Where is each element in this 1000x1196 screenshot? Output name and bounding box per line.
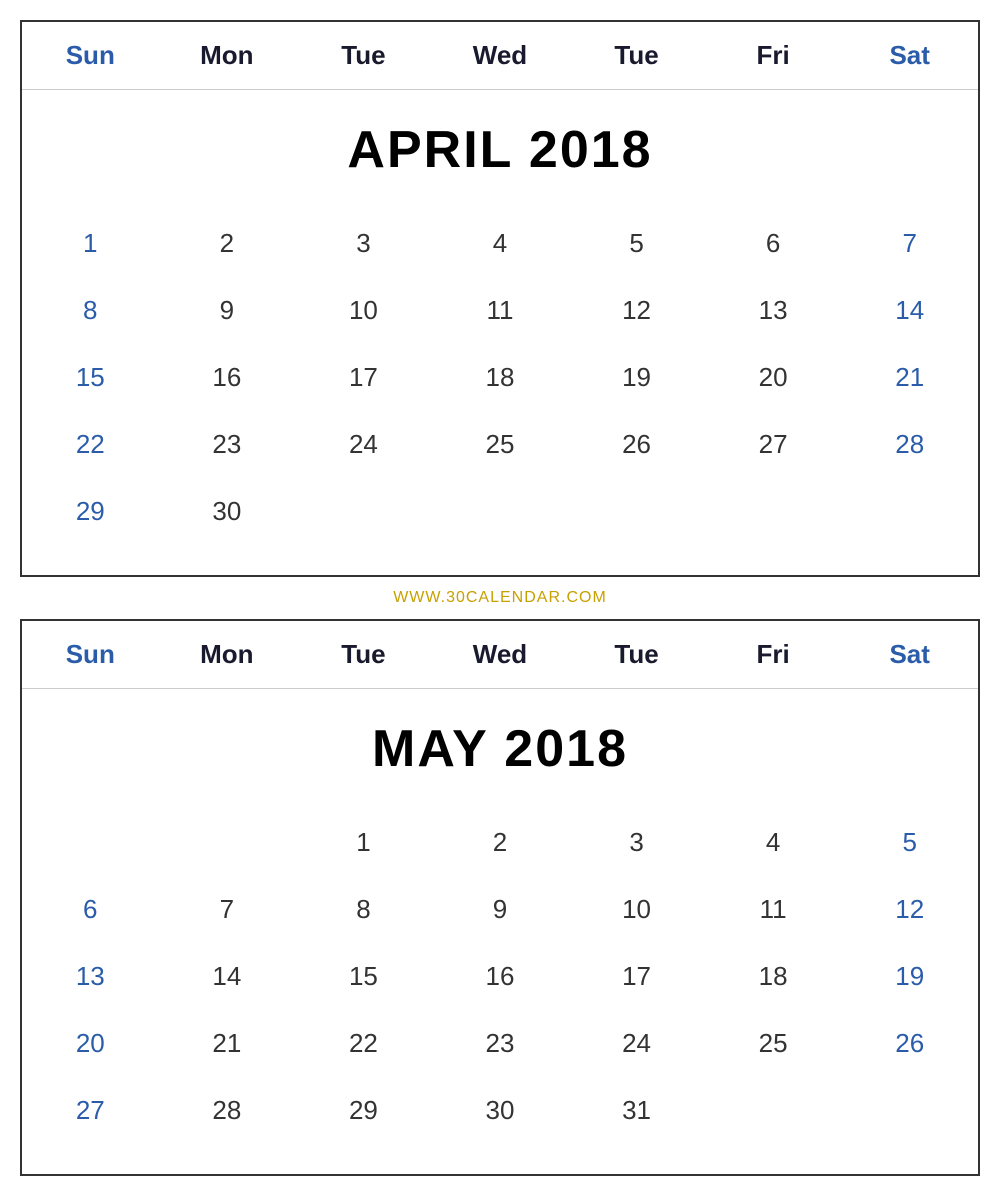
table-row: 1 bbox=[295, 809, 432, 876]
table-row: 14 bbox=[159, 943, 296, 1010]
table-row bbox=[159, 809, 296, 876]
may-days-grid: 1 2 3 4 5 6 7 8 9 10 11 12 13 14 15 16 1… bbox=[22, 799, 978, 1174]
table-row: 10 bbox=[568, 876, 705, 943]
table-row: 10 bbox=[295, 277, 432, 344]
table-row: 1 bbox=[22, 210, 159, 277]
table-row: 25 bbox=[432, 411, 569, 478]
april-days-grid: 1 2 3 4 5 6 7 8 9 10 11 12 13 14 15 16 1… bbox=[22, 200, 978, 575]
table-row bbox=[22, 809, 159, 876]
header-thu-may: Tue bbox=[568, 621, 705, 688]
table-row: 8 bbox=[22, 277, 159, 344]
table-row: 8 bbox=[295, 876, 432, 943]
table-row bbox=[705, 1077, 842, 1144]
table-row: 5 bbox=[841, 809, 978, 876]
table-row: 24 bbox=[295, 411, 432, 478]
table-row bbox=[841, 478, 978, 545]
table-row: 16 bbox=[159, 344, 296, 411]
table-row: 6 bbox=[705, 210, 842, 277]
table-row: 28 bbox=[159, 1077, 296, 1144]
table-row: 9 bbox=[432, 876, 569, 943]
table-row: 9 bbox=[159, 277, 296, 344]
april-header-row: Sun Mon Tue Wed Tue Fri Sat bbox=[22, 22, 978, 90]
watermark: WWW.30CALENDAR.COM bbox=[393, 577, 607, 619]
table-row: 21 bbox=[159, 1010, 296, 1077]
table-row: 15 bbox=[22, 344, 159, 411]
table-row: 24 bbox=[568, 1010, 705, 1077]
table-row: 4 bbox=[432, 210, 569, 277]
table-row: 4 bbox=[705, 809, 842, 876]
table-row: 18 bbox=[705, 943, 842, 1010]
table-row: 23 bbox=[159, 411, 296, 478]
table-row: 12 bbox=[841, 876, 978, 943]
table-row: 19 bbox=[841, 943, 978, 1010]
may-title-row: MAY 2018 bbox=[22, 689, 978, 799]
header-sat-may: Sat bbox=[841, 621, 978, 688]
header-sat: Sat bbox=[841, 22, 978, 89]
may-title: MAY 2018 bbox=[372, 719, 628, 779]
table-row: 7 bbox=[159, 876, 296, 943]
header-wed-may: Wed bbox=[432, 621, 569, 688]
table-row: 25 bbox=[705, 1010, 842, 1077]
table-row: 20 bbox=[22, 1010, 159, 1077]
table-row: 22 bbox=[295, 1010, 432, 1077]
table-row: 11 bbox=[705, 876, 842, 943]
may-header-row: Sun Mon Tue Wed Tue Fri Sat bbox=[22, 621, 978, 689]
header-mon: Mon bbox=[159, 22, 296, 89]
table-row: 27 bbox=[22, 1077, 159, 1144]
table-row: 13 bbox=[22, 943, 159, 1010]
may-calendar: Sun Mon Tue Wed Tue Fri Sat MAY 2018 1 2… bbox=[20, 619, 980, 1176]
table-row bbox=[295, 478, 432, 545]
table-row: 16 bbox=[432, 943, 569, 1010]
header-tue: Tue bbox=[295, 22, 432, 89]
header-tue-may: Tue bbox=[295, 621, 432, 688]
table-row: 19 bbox=[568, 344, 705, 411]
table-row: 14 bbox=[841, 277, 978, 344]
header-mon-may: Mon bbox=[159, 621, 296, 688]
table-row: 17 bbox=[568, 943, 705, 1010]
table-row: 3 bbox=[295, 210, 432, 277]
table-row bbox=[432, 478, 569, 545]
table-row: 27 bbox=[705, 411, 842, 478]
table-row: 2 bbox=[432, 809, 569, 876]
table-row: 23 bbox=[432, 1010, 569, 1077]
header-sun: Sun bbox=[22, 22, 159, 89]
table-row: 31 bbox=[568, 1077, 705, 1144]
table-row: 26 bbox=[841, 1010, 978, 1077]
april-title: APRIL 2018 bbox=[347, 120, 652, 180]
table-row: 6 bbox=[22, 876, 159, 943]
table-row: 26 bbox=[568, 411, 705, 478]
header-thu: Tue bbox=[568, 22, 705, 89]
table-row: 15 bbox=[295, 943, 432, 1010]
table-row: 21 bbox=[841, 344, 978, 411]
table-row bbox=[705, 478, 842, 545]
april-title-row: APRIL 2018 bbox=[22, 90, 978, 200]
table-row: 29 bbox=[22, 478, 159, 545]
table-row: 11 bbox=[432, 277, 569, 344]
table-row: 7 bbox=[841, 210, 978, 277]
table-row: 17 bbox=[295, 344, 432, 411]
table-row: 13 bbox=[705, 277, 842, 344]
table-row bbox=[841, 1077, 978, 1144]
table-row: 18 bbox=[432, 344, 569, 411]
table-row: 12 bbox=[568, 277, 705, 344]
table-row: 30 bbox=[159, 478, 296, 545]
table-row: 28 bbox=[841, 411, 978, 478]
header-fri: Fri bbox=[705, 22, 842, 89]
header-fri-may: Fri bbox=[705, 621, 842, 688]
table-row bbox=[568, 478, 705, 545]
table-row: 29 bbox=[295, 1077, 432, 1144]
table-row: 20 bbox=[705, 344, 842, 411]
april-calendar: Sun Mon Tue Wed Tue Fri Sat APRIL 2018 1… bbox=[20, 20, 980, 577]
table-row: 22 bbox=[22, 411, 159, 478]
header-wed: Wed bbox=[432, 22, 569, 89]
table-row: 5 bbox=[568, 210, 705, 277]
table-row: 2 bbox=[159, 210, 296, 277]
table-row: 30 bbox=[432, 1077, 569, 1144]
table-row: 3 bbox=[568, 809, 705, 876]
header-sun-may: Sun bbox=[22, 621, 159, 688]
